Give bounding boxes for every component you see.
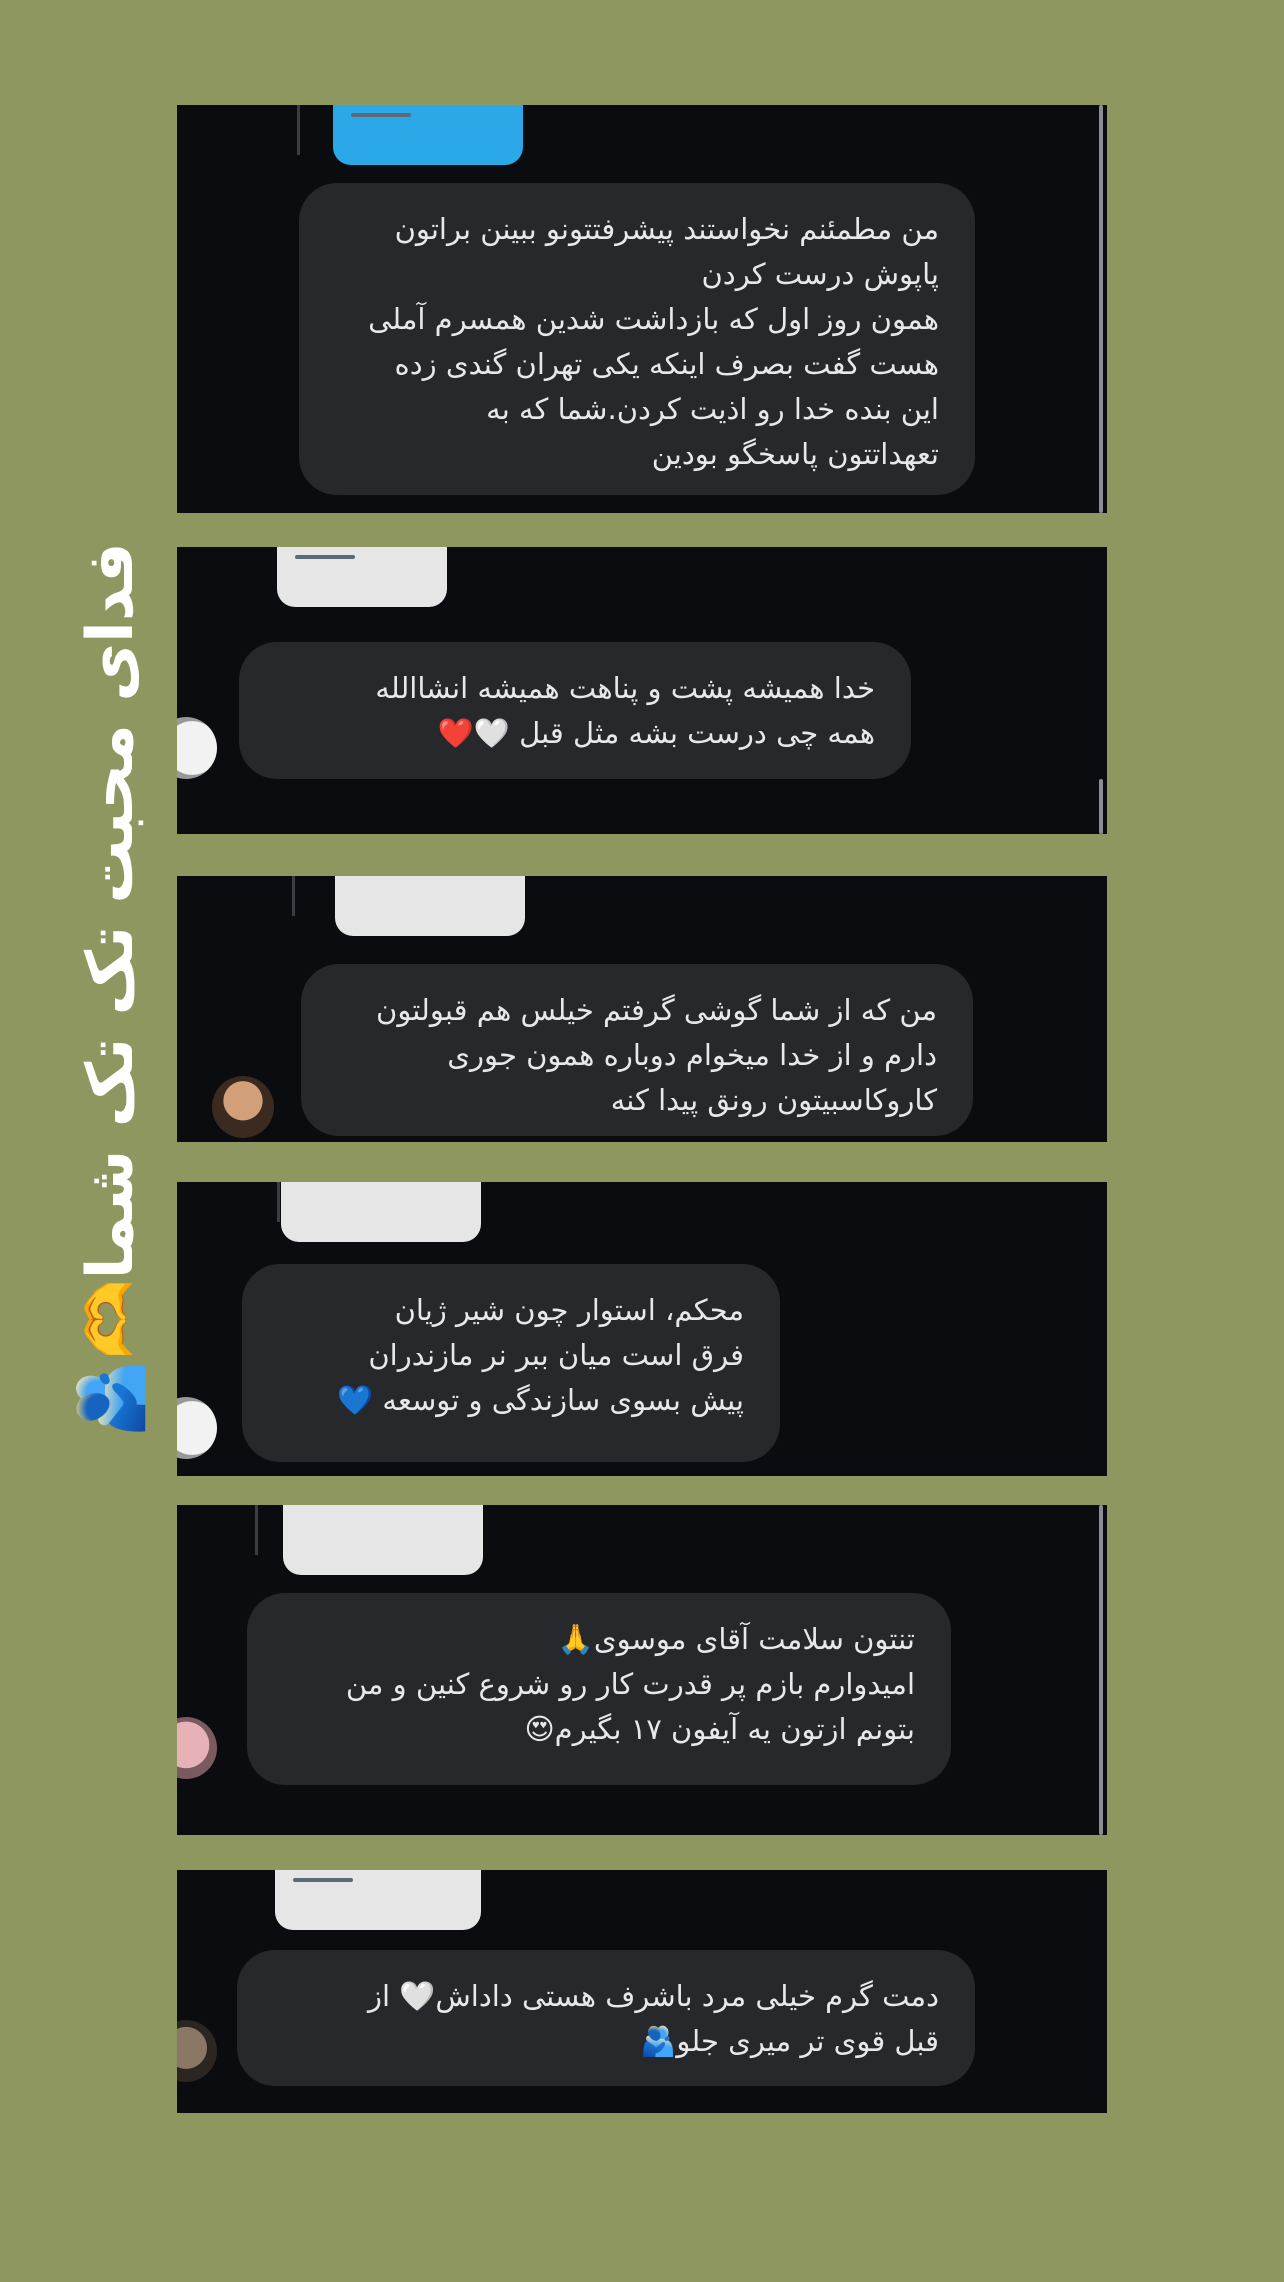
scrollbar[interactable]	[1099, 779, 1103, 834]
commenter-avatar[interactable]	[177, 717, 217, 779]
thread-line	[297, 105, 300, 155]
thread-line	[255, 1505, 258, 1555]
side-caption-text: فدای محبت تک تک شما🫶🫂	[73, 541, 148, 1439]
post-thumbnail[interactable]	[275, 1870, 481, 1930]
thread-line	[277, 1182, 280, 1222]
comment-screenshot-2: خدا همیشه پشت و پناهت همیشه انشاالله همه…	[177, 547, 1107, 834]
comment-screenshot-6: دمت گرم خیلی مرد باشرف هستی داداش🤍 از قب…	[177, 1870, 1107, 2113]
comment-bubble: تنتون سلامت آقای موسوی🙏 امیدوارم بازم پر…	[247, 1593, 951, 1785]
comment-screenshot-5: تنتون سلامت آقای موسوی🙏 امیدوارم بازم پر…	[177, 1505, 1107, 1835]
commenter-avatar[interactable]	[177, 2020, 217, 2082]
post-thumbnail[interactable]	[333, 105, 523, 165]
comment-screenshot-3: من که از شما گوشی گرفتم خیلس هم قبولتون …	[177, 876, 1107, 1142]
commenter-avatar[interactable]	[212, 1076, 274, 1138]
post-thumbnail[interactable]	[277, 547, 447, 607]
scrollbar[interactable]	[1099, 105, 1103, 513]
post-thumbnail[interactable]	[281, 1182, 481, 1242]
comment-bubble: دمت گرم خیلی مرد باشرف هستی داداش🤍 از قب…	[237, 1950, 975, 2086]
side-caption: فدای محبت تک تک شما🫶🫂	[60, 520, 160, 1460]
comment-screenshot-1: من مطمئنم نخواستند پیشرفتتونو ببینن برات…	[177, 105, 1107, 513]
scrollbar[interactable]	[1099, 1505, 1103, 1835]
comment-bubble: محکم، استوار چون شیر ژیان فرق است میان ب…	[242, 1264, 780, 1462]
comment-bubble: من که از شما گوشی گرفتم خیلس هم قبولتون …	[301, 964, 973, 1136]
comment-bubble: من مطمئنم نخواستند پیشرفتتونو ببینن برات…	[299, 183, 975, 495]
comment-bubble: خدا همیشه پشت و پناهت همیشه انشاالله همه…	[239, 642, 911, 779]
commenter-avatar[interactable]	[177, 1397, 217, 1459]
thread-line	[292, 876, 295, 916]
post-thumbnail[interactable]	[335, 876, 525, 936]
comment-screenshot-4: محکم، استوار چون شیر ژیان فرق است میان ب…	[177, 1182, 1107, 1476]
post-thumbnail[interactable]	[283, 1505, 483, 1575]
commenter-avatar[interactable]	[177, 1717, 217, 1779]
